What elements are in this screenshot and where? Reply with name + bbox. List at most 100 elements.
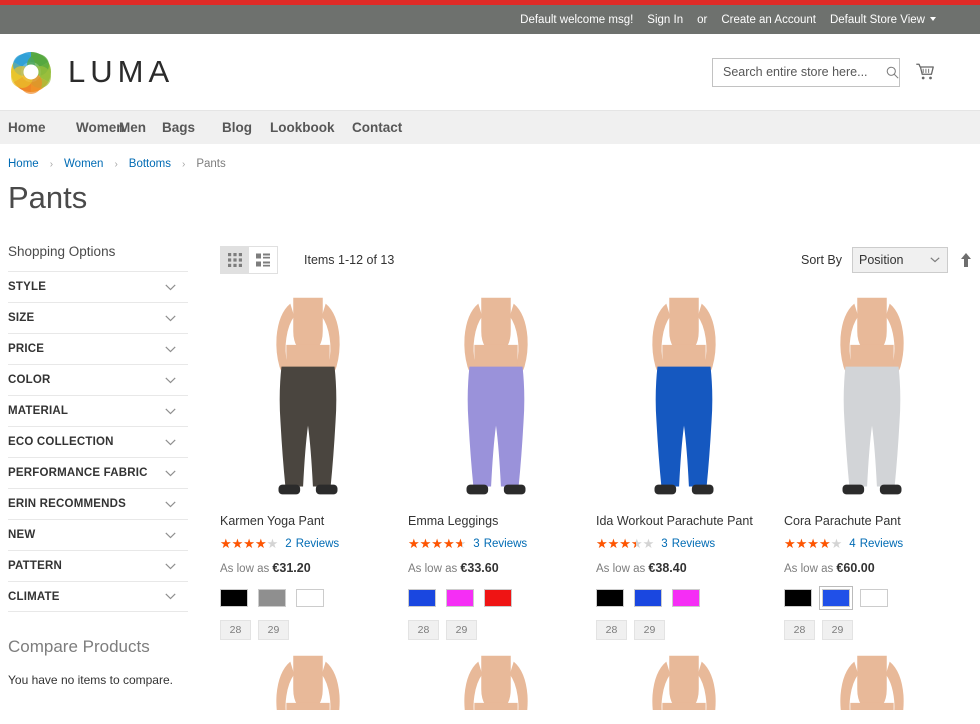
create-account-link[interactable]: Create an Account: [721, 14, 816, 26]
size-option-28[interactable]: 28: [784, 619, 815, 640]
size-option-28[interactable]: 28: [220, 619, 251, 640]
product-grid-row-2: [220, 654, 972, 710]
logo[interactable]: LUMA: [8, 49, 174, 95]
filter-size[interactable]: SIZE: [8, 302, 188, 333]
product-card[interactable]: [784, 654, 972, 710]
product-name[interactable]: Emma Leggings: [408, 514, 584, 530]
size-option-29[interactable]: 29: [446, 619, 477, 640]
search-icon[interactable]: [886, 66, 899, 79]
filter-eco-collection[interactable]: ECO COLLECTION: [8, 426, 188, 457]
color-swatch-black[interactable]: [220, 588, 248, 607]
product-image[interactable]: [220, 654, 396, 710]
filter-list: STYLE SIZE PRICE COLOR MATERIAL ECO COLLECTIO…: [8, 271, 188, 612]
nav-item-bags[interactable]: Bags: [162, 120, 222, 135]
rating-stars: ★★★★★ ★★★★★: [220, 536, 279, 552]
product-image[interactable]: [596, 296, 772, 504]
size-option-29[interactable]: 29: [822, 619, 853, 640]
product-rating: ★★★★★ ★★★★★ 4 Reviews: [784, 538, 960, 551]
color-swatches: [408, 588, 584, 607]
filter-material[interactable]: MATERIAL: [8, 395, 188, 426]
nav-item-men[interactable]: Men: [119, 120, 162, 135]
filter-price[interactable]: PRICE: [8, 333, 188, 364]
product-image[interactable]: [784, 296, 960, 504]
breadcrumb-separator-icon: ›: [181, 158, 186, 170]
nav-item-contact[interactable]: Contact: [352, 120, 402, 135]
color-swatch-gray[interactable]: [258, 588, 286, 607]
product-card[interactable]: [220, 654, 408, 710]
color-swatch-black[interactable]: [596, 588, 624, 607]
filter-pattern[interactable]: PATTERN: [8, 550, 188, 581]
size-option-28[interactable]: 28: [408, 619, 439, 640]
luma-logo-icon: [8, 49, 54, 95]
product-card[interactable]: Karmen Yoga Pant ★★★★★ ★★★★★ 2 Reviews A…: [220, 296, 408, 640]
breadcrumb-item-bottoms[interactable]: Bottoms: [129, 158, 171, 170]
welcome-message: Default welcome msg!: [520, 13, 634, 26]
product-card[interactable]: Emma Leggings ★★★★★ ★★★★★ 3 Reviews As l…: [408, 296, 596, 640]
breadcrumb-item-home[interactable]: Home: [8, 158, 39, 170]
color-swatch-blue[interactable]: [408, 588, 436, 607]
price-prefix: As low as: [596, 562, 646, 575]
product-name[interactable]: Cora Parachute Pant: [784, 514, 960, 530]
search-box[interactable]: [712, 57, 900, 87]
sorter: Sort By PositionProduct NamePrice: [801, 247, 972, 273]
product-name[interactable]: Ida Workout Parachute Pant: [596, 514, 772, 530]
color-swatch-blue[interactable]: [820, 586, 852, 609]
rating-stars: ★★★★★ ★★★★★: [784, 536, 843, 552]
store-view-label: Default Store View: [829, 13, 925, 26]
product-image[interactable]: [408, 296, 584, 504]
product-image[interactable]: [596, 654, 772, 710]
color-swatch-white[interactable]: [296, 588, 324, 607]
site-header: LUMA: [0, 34, 980, 110]
filter-climate[interactable]: CLIMATE: [8, 581, 188, 612]
size-option-29[interactable]: 29: [258, 619, 289, 640]
filter-style[interactable]: STYLE: [8, 271, 188, 302]
reviews-link[interactable]: Reviews: [484, 538, 527, 550]
color-swatch-black[interactable]: [784, 588, 812, 607]
sign-in-link[interactable]: Sign In: [647, 14, 683, 26]
product-image[interactable]: [784, 654, 960, 710]
product-card[interactable]: [596, 654, 784, 710]
view-mode-switcher: [220, 246, 278, 274]
color-swatch-white[interactable]: [860, 588, 888, 607]
store-view-switcher[interactable]: Default Store View: [830, 14, 936, 26]
color-swatch-magenta[interactable]: [672, 588, 700, 607]
price-prefix: As low as: [220, 562, 270, 575]
grid-view-button[interactable]: [221, 247, 249, 273]
product-name[interactable]: Karmen Yoga Pant: [220, 514, 396, 530]
breadcrumb-item-women[interactable]: Women: [64, 158, 103, 170]
reviews-link[interactable]: Reviews: [296, 538, 339, 550]
product-grid: Karmen Yoga Pant ★★★★★ ★★★★★ 2 Reviews A…: [220, 296, 972, 640]
filter-performance-fabric[interactable]: PERFORMANCE FABRIC: [8, 457, 188, 488]
color-swatch-red[interactable]: [484, 588, 512, 607]
nav-item-home[interactable]: Home: [8, 120, 76, 135]
compare-products-message: You have no items to compare.: [8, 673, 173, 687]
color-swatch-magenta[interactable]: [446, 588, 474, 607]
color-swatches: [220, 588, 396, 607]
product-image[interactable]: [220, 296, 396, 504]
price-value: €33.60: [460, 560, 499, 575]
sort-select[interactable]: PositionProduct NamePrice: [852, 247, 948, 273]
sort-direction-button[interactable]: [960, 253, 972, 267]
chevron-down-icon: [165, 283, 176, 290]
chevron-down-icon: [930, 17, 936, 22]
product-card[interactable]: Cora Parachute Pant ★★★★★ ★★★★★ 4 Review…: [784, 296, 972, 640]
reviews-link[interactable]: Reviews: [672, 538, 715, 550]
filter-color[interactable]: COLOR: [8, 364, 188, 395]
filter-new[interactable]: NEW: [8, 519, 188, 550]
list-view-button[interactable]: [249, 247, 277, 273]
filter-erin-recommends[interactable]: ERIN RECOMMENDS: [8, 488, 188, 519]
cart-icon[interactable]: [914, 61, 936, 83]
chevron-down-icon: [165, 469, 176, 476]
size-option-28[interactable]: 28: [596, 619, 627, 640]
product-image[interactable]: [408, 654, 584, 710]
search-input[interactable]: [721, 64, 886, 80]
product-card[interactable]: [408, 654, 596, 710]
shopping-options-title: Shopping Options: [8, 244, 116, 259]
nav-item-blog[interactable]: Blog: [222, 120, 270, 135]
color-swatch-blue[interactable]: [634, 588, 662, 607]
reviews-link[interactable]: Reviews: [860, 538, 903, 550]
nav-item-lookbook[interactable]: Lookbook: [270, 120, 352, 135]
product-card[interactable]: Ida Workout Parachute Pant ★★★★★ ★★★★★ 3…: [596, 296, 784, 640]
nav-item-women[interactable]: Women: [76, 120, 125, 135]
size-option-29[interactable]: 29: [634, 619, 665, 640]
